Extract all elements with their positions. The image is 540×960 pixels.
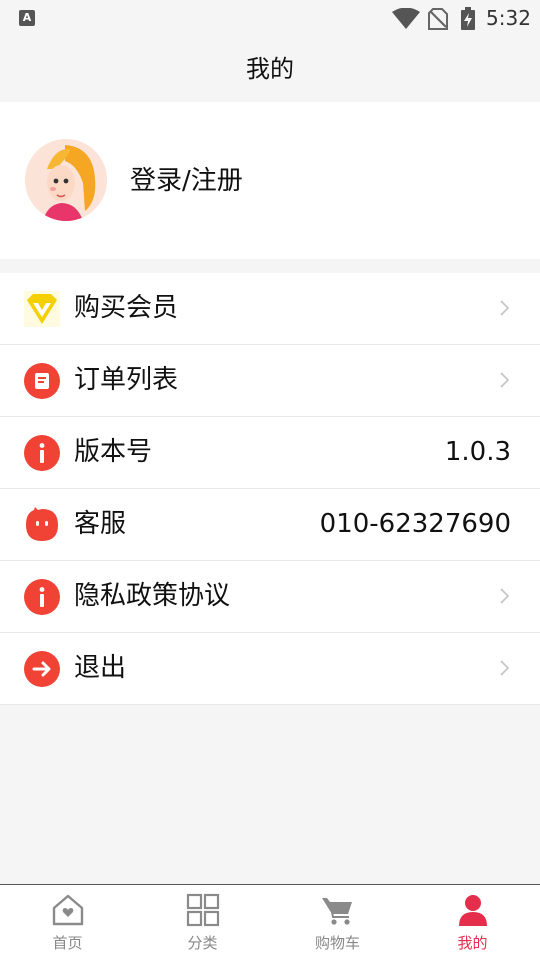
customer-service-icon bbox=[26, 507, 58, 541]
tab-cart[interactable]: 购物车 bbox=[270, 885, 405, 960]
menu-item-logout[interactable]: 退出 bbox=[0, 633, 540, 705]
tab-label: 首页 bbox=[52, 934, 83, 952]
category-grid-icon bbox=[186, 893, 219, 927]
tab-category[interactable]: 分类 bbox=[135, 885, 270, 960]
menu-item-privacy-policy[interactable]: 隐私政策协议 bbox=[0, 561, 540, 633]
avatar[interactable] bbox=[25, 139, 107, 221]
info-icon bbox=[24, 435, 60, 471]
info-icon bbox=[24, 579, 60, 615]
customer-service-phone[interactable]: 010-62327690 bbox=[320, 489, 511, 559]
person-icon bbox=[458, 895, 487, 926]
no-sim-icon bbox=[428, 8, 448, 30]
bottom-tab-bar: 首页 分类 购物车 我的 bbox=[0, 884, 540, 960]
version-number: 1.0.3 bbox=[444, 437, 511, 467]
home-icon bbox=[52, 894, 83, 926]
battery-charging-icon bbox=[461, 7, 475, 30]
status-time: 5:32 bbox=[486, 6, 531, 30]
menu-item-version: 版本号 1.0.3 bbox=[0, 417, 540, 489]
diamond-icon bbox=[24, 291, 60, 327]
profile-card[interactable]: 登录/注册 bbox=[0, 102, 540, 259]
menu-item-label: 订单列表 bbox=[74, 365, 179, 395]
tab-home[interactable]: 首页 bbox=[0, 885, 135, 960]
status-bar: A 5:32 bbox=[0, 0, 540, 36]
tab-label: 我的 bbox=[457, 934, 488, 952]
chevron-right-icon bbox=[500, 660, 510, 676]
tab-mine[interactable]: 我的 bbox=[405, 885, 540, 960]
wifi-icon bbox=[392, 8, 420, 29]
chevron-right-icon bbox=[500, 588, 510, 604]
menu-item-label: 隐私政策协议 bbox=[74, 581, 231, 611]
settings-menu: 购买会员 订单列表 版本号 1.0.3 客服 010-62327690 隐私政策… bbox=[0, 273, 540, 705]
cart-icon bbox=[321, 898, 352, 925]
menu-item-order-list[interactable]: 订单列表 bbox=[0, 345, 540, 417]
title-bar: 我的 bbox=[0, 36, 540, 102]
logout-arrow-icon bbox=[24, 651, 60, 687]
menu-item-label: 客服 bbox=[74, 509, 127, 539]
tab-label: 购物车 bbox=[314, 934, 360, 952]
menu-item-buy-membership[interactable]: 购买会员 bbox=[0, 273, 540, 345]
order-list-icon bbox=[24, 363, 60, 399]
login-register-link[interactable]: 登录/注册 bbox=[130, 160, 243, 197]
avatar-illustration bbox=[25, 139, 107, 221]
tab-label: 分类 bbox=[187, 934, 218, 952]
chevron-right-icon bbox=[500, 372, 510, 388]
chevron-right-icon bbox=[500, 300, 510, 316]
menu-item-label: 版本号 bbox=[74, 437, 153, 467]
page-title: 我的 bbox=[246, 55, 294, 83]
menu-item-label: 退出 bbox=[74, 653, 127, 683]
menu-item-label: 购买会员 bbox=[74, 293, 179, 323]
menu-item-customer-service[interactable]: 客服 010-62327690 bbox=[0, 489, 540, 561]
notification-a-icon: A bbox=[19, 10, 35, 26]
